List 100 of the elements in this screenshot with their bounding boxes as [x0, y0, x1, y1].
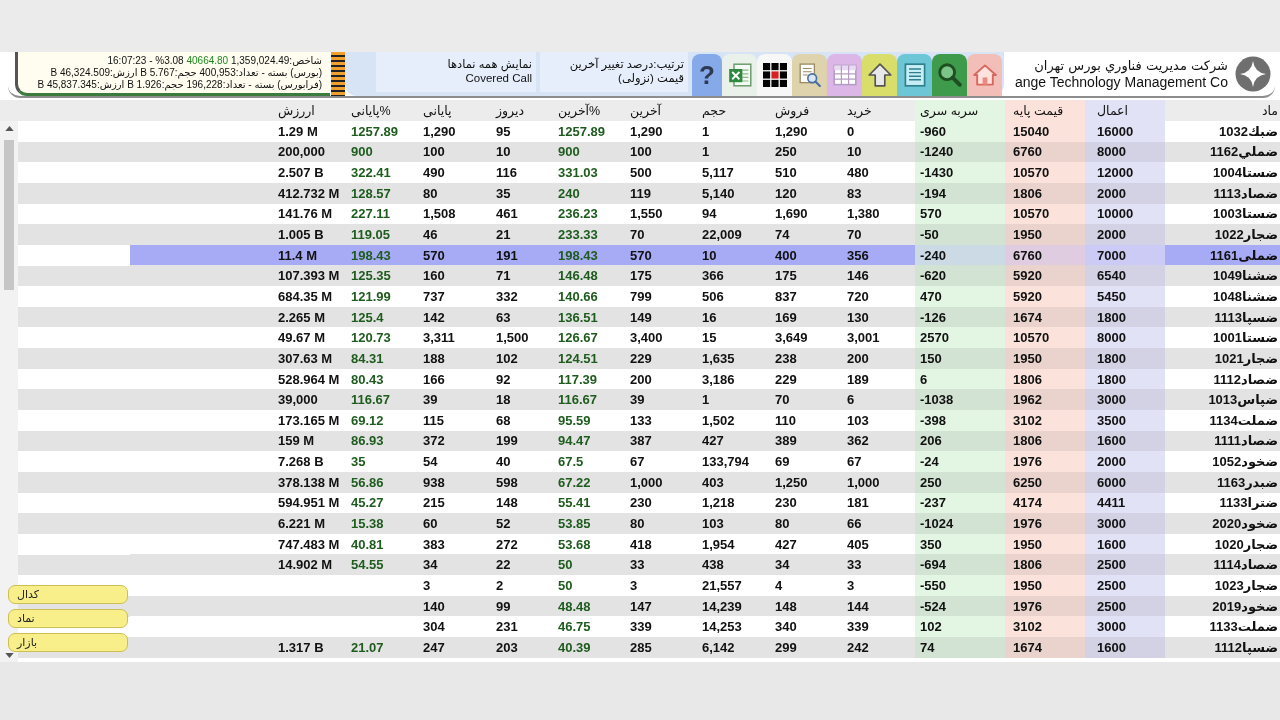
percent-value: 121.99	[350, 287, 392, 306]
number-value: 169	[774, 308, 798, 327]
number-value: 350	[915, 533, 1005, 555]
number-value: 60	[422, 515, 439, 533]
percent-value: 45.27	[350, 494, 385, 513]
number-value: 299	[774, 638, 798, 657]
number-value: 570	[422, 246, 446, 265]
number-value: 150	[915, 348, 1005, 369]
number-value: 173.165 M	[277, 411, 341, 430]
number-value: 400	[774, 246, 798, 265]
number-value: 3	[846, 576, 856, 595]
option-symbol: ضستا1001	[1212, 329, 1279, 348]
number-value: 1	[701, 122, 711, 141]
shortcut-button[interactable]: بازار	[8, 633, 128, 652]
column-header[interactable]: آخرین	[625, 100, 697, 121]
number-value: 14,253	[701, 618, 743, 637]
scrollbar-thumb[interactable]	[4, 140, 14, 290]
number-value: 166	[422, 370, 446, 389]
home-button[interactable]	[967, 54, 1002, 96]
column-header[interactable]: سربه سری	[915, 100, 1005, 121]
percent-value: 120.73	[350, 329, 392, 348]
up-arrow-button[interactable]	[862, 54, 897, 96]
percent-value: 56.86	[350, 473, 385, 492]
number-value: 54	[422, 453, 439, 472]
scrollbar[interactable]	[0, 121, 18, 662]
number-value: 206	[915, 430, 1005, 452]
percent-value: 1257.89	[557, 122, 606, 141]
number-value: 372	[422, 432, 446, 451]
option-symbol: ضصاد1114	[1212, 556, 1279, 575]
percent-value: 125.4	[350, 308, 385, 327]
number-value: 510	[774, 164, 798, 183]
percent-value: 227.11	[350, 205, 392, 224]
number-value: 120	[774, 184, 798, 203]
column-header[interactable]: فروش	[770, 100, 842, 121]
splitter-handle[interactable]	[331, 52, 345, 96]
number-value: 230	[629, 494, 653, 513]
number-value: 5,140	[701, 184, 736, 203]
number-value: 570	[915, 203, 1005, 225]
column-header[interactable]: اررزش	[273, 100, 346, 121]
number-value: 33	[629, 556, 646, 575]
list-button[interactable]	[897, 54, 932, 96]
number-value: 1.29 M	[277, 122, 319, 141]
help-button[interactable]: ?	[692, 54, 722, 96]
number-value: 506	[701, 287, 725, 306]
grid-button[interactable]	[757, 54, 792, 96]
percent-value: 1257.89	[350, 122, 399, 141]
number-value: 2000	[1085, 182, 1165, 204]
option-symbol: ضسپا1112	[1213, 638, 1279, 657]
number-value: 307.63 M	[277, 349, 334, 368]
number-value: 3102	[1005, 409, 1085, 431]
column-header[interactable]: آخرین%	[553, 100, 625, 121]
percent-value: 80.43	[350, 370, 385, 389]
down-arrow-icon[interactable]	[4, 653, 14, 658]
number-value: 1950	[1005, 224, 1085, 245]
column-header[interactable]: قیمت پایه	[1005, 100, 1085, 121]
percent-value: 15.38	[350, 515, 385, 533]
preview-button[interactable]	[792, 54, 827, 96]
up-arrow-icon[interactable]	[4, 126, 14, 131]
index-points: 40664.80	[186, 55, 229, 66]
column-header[interactable]: حجم	[697, 100, 770, 121]
number-value: 1800	[1085, 348, 1165, 369]
number-value: 1600	[1085, 533, 1165, 555]
number-value: 418	[629, 535, 653, 554]
number-value: -126	[915, 306, 1005, 328]
column-header[interactable]: دیروز	[491, 100, 553, 121]
column-header[interactable]: پایانی	[418, 100, 491, 121]
number-value: 110	[774, 411, 797, 430]
number-value: 427	[774, 535, 798, 554]
market-stat: حجم:5.767 B	[140, 67, 197, 78]
number-value: 142	[422, 308, 446, 327]
option-symbol: ضترا1133	[1218, 494, 1279, 513]
percent-value: 119.05	[350, 226, 392, 244]
sort-selector[interactable]: ترتیب:درصد تغییر آخرین قیمت (نزولی)	[540, 52, 688, 92]
number-value: 39,000	[277, 391, 319, 410]
column-header[interactable]: ماد	[1165, 100, 1280, 121]
number-value: 2	[495, 576, 505, 595]
number-value: 146	[846, 267, 870, 286]
number-value: 39	[629, 391, 646, 410]
number-value: 7000	[1085, 244, 1165, 266]
search-button[interactable]	[932, 54, 967, 96]
number-value: 22,009	[701, 226, 743, 244]
column-header[interactable]: پایانی%	[346, 100, 418, 121]
number-value: 1.005 B	[277, 226, 325, 244]
number-value: 80	[774, 515, 791, 533]
number-value: 3,400	[629, 329, 664, 348]
shortcut-button[interactable]: کدال	[8, 585, 128, 604]
column-header[interactable]: اعمال	[1085, 100, 1165, 121]
shortcut-button[interactable]: نماد	[8, 609, 128, 628]
number-value: 247	[422, 638, 446, 657]
option-symbol: ضستا1003	[1212, 205, 1279, 224]
percent-value: 95.59	[557, 411, 592, 430]
number-value: 383	[422, 535, 446, 554]
number-value: -960	[915, 121, 1005, 142]
number-value: 2.507 B	[277, 164, 325, 183]
number-value: 10	[846, 143, 863, 162]
number-value: 12000	[1085, 162, 1165, 183]
spreadsheet-button[interactable]	[722, 54, 757, 96]
column-header[interactable]: خرید	[842, 100, 915, 121]
number-value: 3	[422, 576, 432, 595]
number-value: 1976	[1005, 513, 1085, 534]
